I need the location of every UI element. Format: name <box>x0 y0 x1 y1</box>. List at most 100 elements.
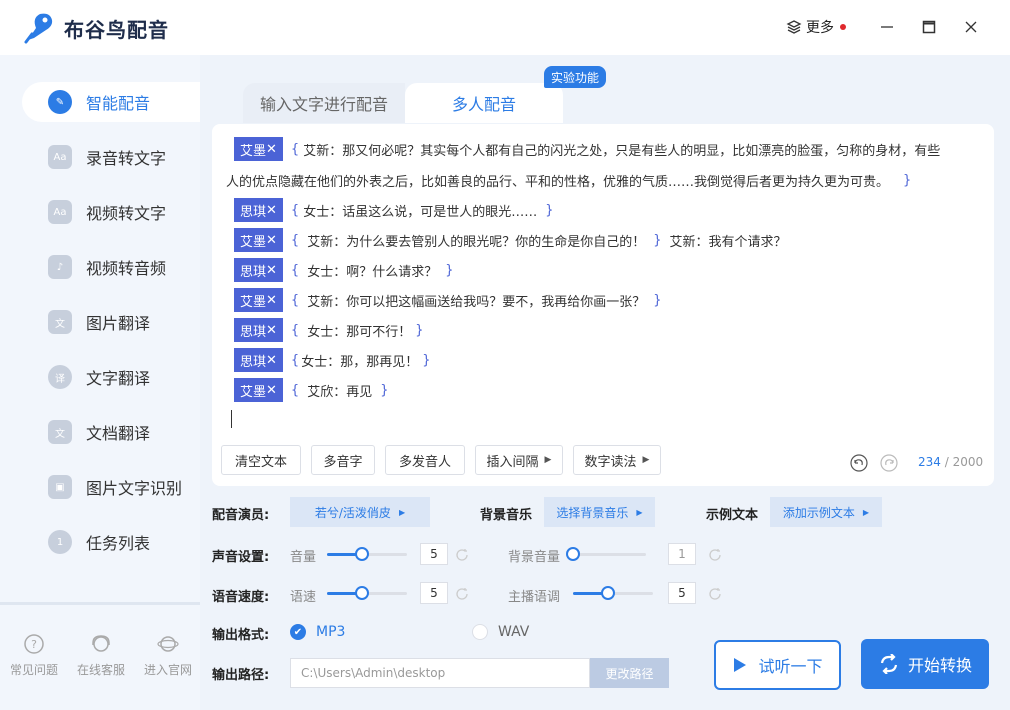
sidebar-item-task-list[interactable]: 1 任务列表 <box>22 522 200 562</box>
voice-actor-select[interactable]: 若兮/活泼俏皮 ▶ <box>290 497 430 527</box>
tab-text-dubbing[interactable]: 输入文字进行配音 <box>243 83 405 123</box>
polyphone-button[interactable]: 多音字 <box>311 445 375 475</box>
minimize-icon <box>881 26 893 28</box>
button-label: 试听一下 <box>758 657 823 676</box>
reset-icon[interactable] <box>708 587 722 601</box>
pitch-value[interactable]: 5 <box>668 582 696 604</box>
speaker-tag[interactable]: 思琪 ✕ <box>234 348 283 372</box>
format-mp3-radio[interactable]: ✔ MP3 <box>290 624 345 640</box>
volume-value[interactable]: 5 <box>420 543 448 565</box>
more-menu[interactable]: 更多 <box>786 17 846 37</box>
brace-open: { <box>290 262 300 278</box>
slider-knob[interactable] <box>355 547 369 561</box>
change-path-button[interactable]: 更改路径 <box>590 658 669 688</box>
sidebar-item-smart-dubbing[interactable]: ✎ 智能配音 <box>22 82 200 122</box>
sidebar-item-document-translate[interactable]: 文 文档翻译 <box>22 412 200 452</box>
bg-volume-slider[interactable] <box>566 547 646 561</box>
maximize-button[interactable] <box>918 16 940 38</box>
minimize-button[interactable] <box>876 16 898 38</box>
sound-settings-label: 声音设置: <box>212 550 270 565</box>
pitch-label: 主播语调 <box>508 590 561 605</box>
brace-close: } <box>653 232 662 248</box>
speaker-tag[interactable]: 思琪 ✕ <box>234 198 283 222</box>
remove-speaker-icon[interactable]: ✕ <box>266 263 277 278</box>
slider-knob[interactable] <box>566 547 580 561</box>
sidebar-item-label: 任务列表 <box>86 534 151 553</box>
sidebar-item-label: 文字翻译 <box>86 369 151 388</box>
sidebar-item-label: 视频转文字 <box>86 204 167 223</box>
caret-right-icon: ▶ <box>642 455 650 465</box>
output-path-input[interactable]: C:\Users\Admin\desktop <box>290 658 590 688</box>
speaker-tag[interactable]: 艾墨 ✕ <box>234 288 283 312</box>
format-wav-radio[interactable]: WAV <box>472 624 529 640</box>
speaker-name: 思琪 <box>240 264 267 280</box>
speaker-tag[interactable]: 艾墨 ✕ <box>234 228 283 252</box>
remove-speaker-icon[interactable]: ✕ <box>266 353 277 368</box>
voice-actor-label: 配音演员: <box>212 508 270 523</box>
script-line: 人的优点隐藏在他们的外表之后，比如善良的品行、平和的性格，优雅的气质……我倒觉得… <box>226 168 911 192</box>
insert-pause-button[interactable]: 插入间隔 ▶ <box>475 445 563 475</box>
speaker-name: 思琪 <box>240 354 267 370</box>
preview-button[interactable]: 试听一下 <box>714 640 841 690</box>
brace-close: } <box>415 322 424 338</box>
bgm-select[interactable]: 选择背景音乐 ▶ <box>544 497 655 527</box>
undo-icon[interactable] <box>850 454 868 472</box>
reset-icon[interactable] <box>455 548 469 562</box>
sidebar-item-text-translate[interactable]: 译 文字翻译 <box>22 357 200 397</box>
brace-close: } <box>903 172 912 188</box>
brace-open: { <box>290 292 300 308</box>
sidebar-item-image-translate[interactable]: 文 图片翻译 <box>22 302 200 342</box>
remove-speaker-icon[interactable]: ✕ <box>266 233 277 248</box>
brace-open: { <box>290 141 300 157</box>
volume-slider[interactable] <box>327 547 407 561</box>
remove-speaker-icon[interactable]: ✕ <box>266 203 277 218</box>
speaker-tag[interactable]: 思琪 ✕ <box>234 318 283 342</box>
slider-knob[interactable] <box>601 586 615 600</box>
caret-right-icon: ▶ <box>862 507 870 517</box>
sidebar-item-audio-to-text[interactable]: Aa 录音转文字 <box>22 137 200 177</box>
speaker-tag[interactable]: 思琪 ✕ <box>234 258 283 282</box>
counter-current: 234 <box>918 455 941 469</box>
website-link[interactable]: 进入官网 <box>135 633 201 678</box>
remove-speaker-icon[interactable]: ✕ <box>266 293 277 308</box>
script-editor[interactable]: 艾墨 ✕ { 艾新：那又何必呢？其实每个人都有自己的闪光之处，只是有些人的明显，比… <box>212 124 994 486</box>
bg-volume-label: 背景音量 <box>508 550 561 565</box>
reset-icon[interactable] <box>455 587 469 601</box>
sample-text-select[interactable]: 添加示例文本 ▶ <box>770 497 882 527</box>
layers-icon <box>786 20 802 34</box>
script-line: 艾墨 ✕ { 艾新：你可以把这幅画送给我吗？要不，我再给你画一张？ } <box>234 288 662 312</box>
close-button[interactable] <box>960 16 982 38</box>
sidebar-item-ocr[interactable]: ▣ 图片文字识别 <box>22 467 200 507</box>
speaker-name: 艾墨 <box>240 234 267 250</box>
caret-right-icon: ▶ <box>544 455 552 465</box>
remove-speaker-icon[interactable]: ✕ <box>266 142 277 157</box>
sidebar-item-label: 文档翻译 <box>86 424 151 443</box>
multi-speaker-button[interactable]: 多发音人 <box>385 445 465 475</box>
sidebar-item-video-to-text[interactable]: Aa 视频转文字 <box>22 192 200 232</box>
number-reading-button[interactable]: 数字读法 ▶ <box>573 445 661 475</box>
clear-text-button[interactable]: 清空文本 <box>221 445 301 475</box>
check-icon: ✔ <box>290 624 306 640</box>
speaker-tag[interactable]: 艾墨 ✕ <box>234 378 283 402</box>
tab-multi-speaker[interactable]: 多人配音 <box>405 83 563 123</box>
line-text: 女士：那，那再见！ <box>301 354 419 370</box>
help-link[interactable]: ? 常见问题 <box>1 633 67 678</box>
customer-service-link[interactable]: 在线客服 <box>68 633 134 678</box>
footer-label: 常见问题 <box>9 663 58 677</box>
radio-label: WAV <box>498 624 530 640</box>
start-convert-button[interactable]: 开始转换 <box>861 639 989 689</box>
slider-knob[interactable] <box>355 586 369 600</box>
bg-volume-value[interactable]: 1 <box>668 543 696 565</box>
reset-icon[interactable] <box>708 548 722 562</box>
remove-speaker-icon[interactable]: ✕ <box>266 383 277 398</box>
pitch-slider[interactable] <box>573 586 653 600</box>
rate-slider[interactable] <box>327 586 407 600</box>
line-text: 女士：那可不行！ <box>307 324 412 340</box>
remove-speaker-icon[interactable]: ✕ <box>266 323 277 338</box>
sidebar-item-label: 图片翻译 <box>86 314 151 333</box>
speaker-tag[interactable]: 艾墨 ✕ <box>234 137 283 161</box>
button-label: 数字读法 <box>584 454 637 470</box>
rate-value[interactable]: 5 <box>420 582 448 604</box>
redo-icon[interactable] <box>880 454 898 472</box>
sidebar-item-video-to-audio[interactable]: ♪ 视频转音频 <box>22 247 200 287</box>
